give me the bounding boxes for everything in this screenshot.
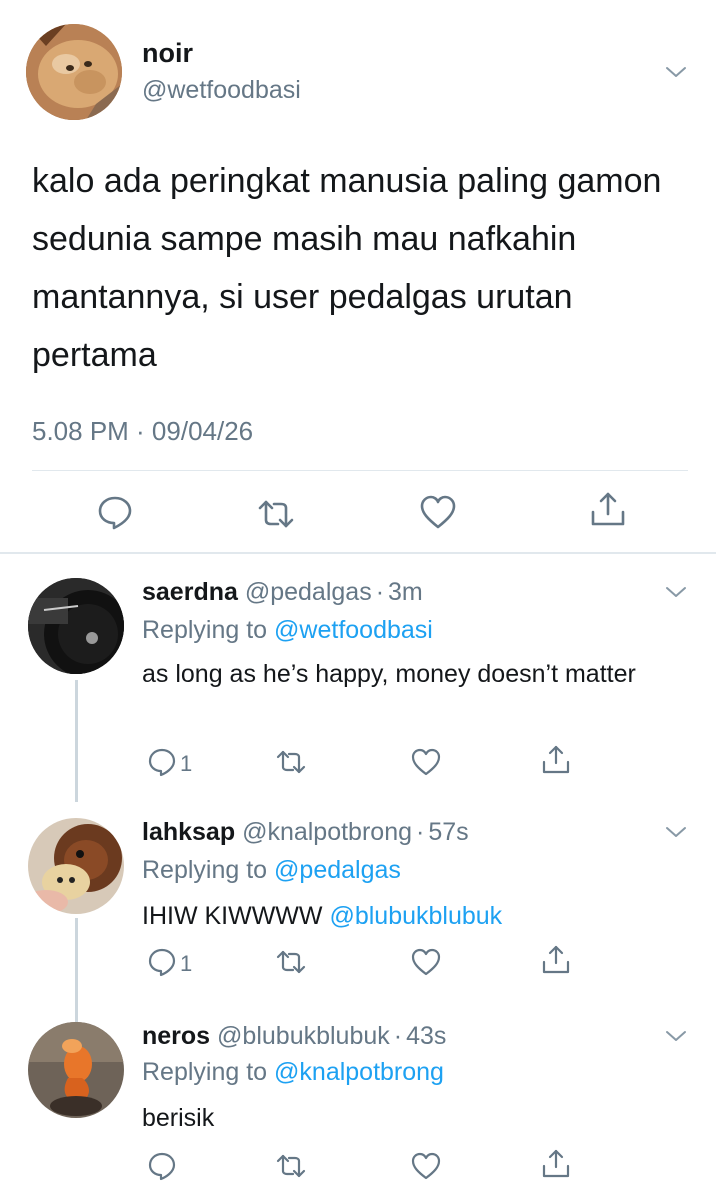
separator: ·: [375, 578, 385, 606]
retweet-icon[interactable]: [275, 1150, 307, 1182]
replying-to-prefix: Replying to: [142, 616, 268, 644]
thread-line: [75, 680, 78, 802]
user-handle[interactable]: @wetfoodbasi: [142, 76, 301, 105]
share-icon[interactable]: [588, 490, 628, 530]
reply-text: IHIW KIWWWW @blubukblubuk: [142, 897, 662, 935]
display-name[interactable]: noir: [142, 38, 193, 69]
avatar[interactable]: [28, 1022, 124, 1118]
share-icon[interactable]: [540, 944, 572, 976]
avatar[interactable]: [28, 818, 124, 914]
chevron-down-icon[interactable]: [664, 1024, 688, 1048]
reply-icon[interactable]: [146, 1150, 178, 1182]
reply-tweet[interactable]: lahksap @knalpotbrong · 57s Replying to @p…: [0, 798, 716, 1022]
reply-count: 1: [180, 751, 193, 776]
user-handle[interactable]: @blubukblubuk: [217, 1022, 390, 1050]
reply-tweet[interactable]: saerdna @pedalgas · 3m Replying to @wetfoo…: [0, 554, 716, 802]
reply-header: saerdna @pedalgas · 3m: [142, 578, 423, 607]
tweet-text: kalo ada peringkat manusia paling gamon …: [32, 162, 662, 374]
divider: [32, 470, 688, 471]
replying-to-prefix: Replying to: [142, 1058, 268, 1086]
avatar[interactable]: [26, 24, 122, 120]
display-name[interactable]: lahksap: [142, 818, 235, 846]
reply-tweet[interactable]: neros @blubukblubuk · 43s Replying to @kna…: [0, 1002, 716, 1200]
reply-text-body: IHIW KIWWWW: [142, 902, 323, 930]
dog-avatar-image: [28, 818, 124, 914]
cat-avatar-image: [26, 24, 122, 120]
user-handle[interactable]: @knalpotbrong: [242, 818, 412, 846]
tweet-timestamp[interactable]: 5.08 PM · 09/04/26: [32, 416, 253, 447]
reply-time[interactable]: 57s: [428, 818, 468, 846]
separator: ·: [393, 1022, 403, 1050]
mention-link[interactable]: @blubukblubuk: [329, 902, 502, 930]
reply-text: as long as he’s happy, money doesn’t mat…: [142, 660, 636, 688]
separator: ·: [416, 818, 425, 846]
retweet-icon[interactable]: [275, 946, 307, 978]
user-handle[interactable]: @pedalgas: [245, 578, 372, 606]
reply-time[interactable]: 3m: [388, 578, 423, 606]
reply-header: lahksap @knalpotbrong · 57s: [142, 818, 469, 847]
replying-to: Replying to @pedalgas: [142, 856, 401, 885]
display-name[interactable]: saerdna: [142, 578, 238, 606]
replying-to-link[interactable]: @wetfoodbasi: [274, 616, 433, 644]
reply-time[interactable]: 43s: [406, 1022, 446, 1050]
reply-icon[interactable]: [95, 492, 135, 532]
reply-icon[interactable]: [146, 746, 178, 778]
replying-to: Replying to @wetfoodbasi: [142, 616, 433, 645]
main-tweet: noir @wetfoodbasi kalo ada peringkat man…: [0, 0, 716, 552]
like-icon[interactable]: [410, 746, 442, 778]
chevron-down-icon[interactable]: [664, 60, 688, 84]
reply-icon[interactable]: [146, 946, 178, 978]
share-icon[interactable]: [540, 1148, 572, 1180]
replying-to-link[interactable]: @knalpotbrong: [274, 1058, 444, 1086]
replying-to: Replying to @knalpotbrong: [142, 1058, 444, 1087]
reply-header: neros @blubukblubuk · 43s: [142, 1022, 446, 1051]
like-icon[interactable]: [418, 492, 458, 532]
goldfish-avatar-image: [28, 1022, 124, 1118]
share-icon[interactable]: [540, 744, 572, 776]
avatar[interactable]: [28, 578, 124, 674]
replying-to-link[interactable]: @pedalgas: [274, 856, 401, 884]
retweet-icon[interactable]: [256, 494, 296, 534]
replying-to-prefix: Replying to: [142, 856, 268, 884]
chevron-down-icon[interactable]: [664, 580, 688, 604]
retweet-icon[interactable]: [275, 746, 307, 778]
reply-text: berisik: [142, 1104, 215, 1132]
reply-count: 1: [180, 951, 193, 976]
display-name[interactable]: neros: [142, 1022, 210, 1050]
like-icon[interactable]: [410, 946, 442, 978]
like-icon[interactable]: [410, 1150, 442, 1182]
chevron-down-icon[interactable]: [664, 820, 688, 844]
record-player-avatar-image: [28, 578, 124, 674]
